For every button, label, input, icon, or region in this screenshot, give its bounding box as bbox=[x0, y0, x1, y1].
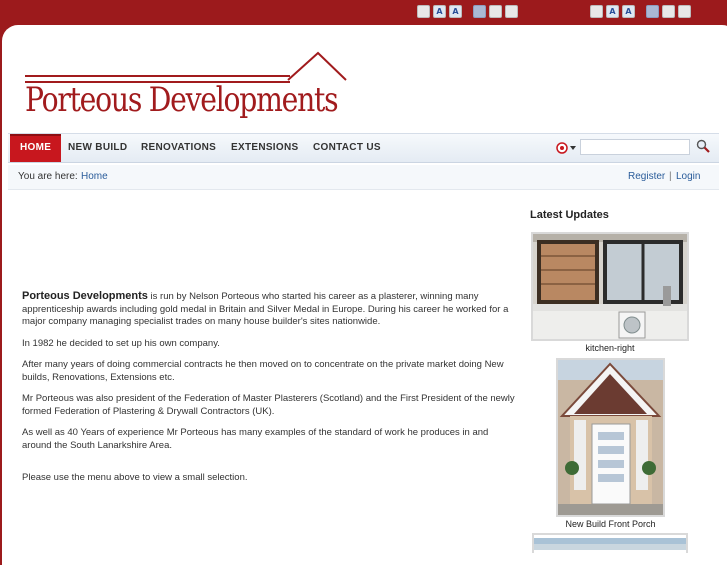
breadcrumb: You are here: Home Register | Login bbox=[8, 165, 719, 190]
article-intro-strong: Porteous Developments bbox=[22, 290, 148, 302]
font-size-controls-left: A A bbox=[417, 5, 518, 18]
login-link[interactable]: Login bbox=[676, 171, 700, 182]
layout-wide-icon[interactable] bbox=[505, 5, 518, 18]
next-update-thumbnail[interactable] bbox=[532, 533, 688, 553]
latest-updates-title: Latest Updates bbox=[530, 209, 609, 221]
search-icon[interactable] bbox=[696, 139, 710, 153]
font-decrease-button-2[interactable] bbox=[590, 5, 603, 18]
article-paragraph-3: After many years of doing commercial con… bbox=[22, 359, 504, 383]
breadcrumb-label: You are here: bbox=[18, 171, 78, 182]
article-paragraph-4: Mr Porteous was also president of the Fe… bbox=[22, 393, 515, 417]
layout-medium-icon[interactable] bbox=[489, 5, 502, 18]
language-flag-icon[interactable] bbox=[555, 141, 579, 155]
kitchen-thumbnail[interactable] bbox=[531, 232, 689, 341]
article-body: Porteous Developments is run by Nelson P… bbox=[22, 290, 517, 494]
nav-item-contact-us[interactable]: CONTACT US bbox=[313, 134, 381, 162]
font-increase-button-2[interactable]: A bbox=[622, 5, 635, 18]
porch-thumbnail[interactable] bbox=[556, 358, 665, 517]
article-paragraph-2: In 1982 he decided to set up his own com… bbox=[22, 337, 220, 349]
search-input[interactable] bbox=[580, 139, 690, 155]
article-paragraph-6: Please use the menu above to view a smal… bbox=[22, 472, 248, 483]
kitchen-image bbox=[533, 234, 687, 339]
breadcrumb-home-link[interactable]: Home bbox=[81, 171, 108, 182]
kitchen-caption[interactable]: kitchen-right bbox=[531, 343, 689, 353]
register-link[interactable]: Register bbox=[628, 171, 665, 182]
site-logo-text[interactable]: Porteous Developments bbox=[25, 80, 339, 120]
font-increase-button[interactable]: A bbox=[449, 5, 462, 18]
user-links-separator: | bbox=[669, 171, 672, 182]
porch-image bbox=[558, 360, 663, 515]
font-reset-button-2[interactable]: A bbox=[606, 5, 619, 18]
font-decrease-button[interactable] bbox=[417, 5, 430, 18]
porch-caption[interactable]: New Build Front Porch bbox=[540, 519, 681, 529]
nav-item-new-build[interactable]: NEW BUILD bbox=[68, 134, 127, 162]
font-reset-button[interactable]: A bbox=[433, 5, 446, 18]
layout-wide-icon-2[interactable] bbox=[678, 5, 691, 18]
article-intro: Porteous Developments is run by Nelson P… bbox=[22, 290, 517, 329]
nav-item-renovations[interactable]: RENOVATIONS bbox=[141, 134, 216, 162]
nav-item-extensions[interactable]: EXTENSIONS bbox=[231, 134, 298, 162]
next-update-image bbox=[534, 538, 686, 550]
article-paragraph-5: As well as 40 Years of experience Mr Por… bbox=[22, 427, 489, 451]
layout-medium-icon-2[interactable] bbox=[662, 5, 675, 18]
top-toolbar: A A A A bbox=[0, 0, 727, 25]
layout-narrow-icon[interactable] bbox=[473, 5, 486, 18]
layout-narrow-icon-2[interactable] bbox=[646, 5, 659, 18]
nav-item-home[interactable]: HOME bbox=[10, 134, 62, 162]
font-size-controls-right: A A bbox=[590, 5, 691, 18]
